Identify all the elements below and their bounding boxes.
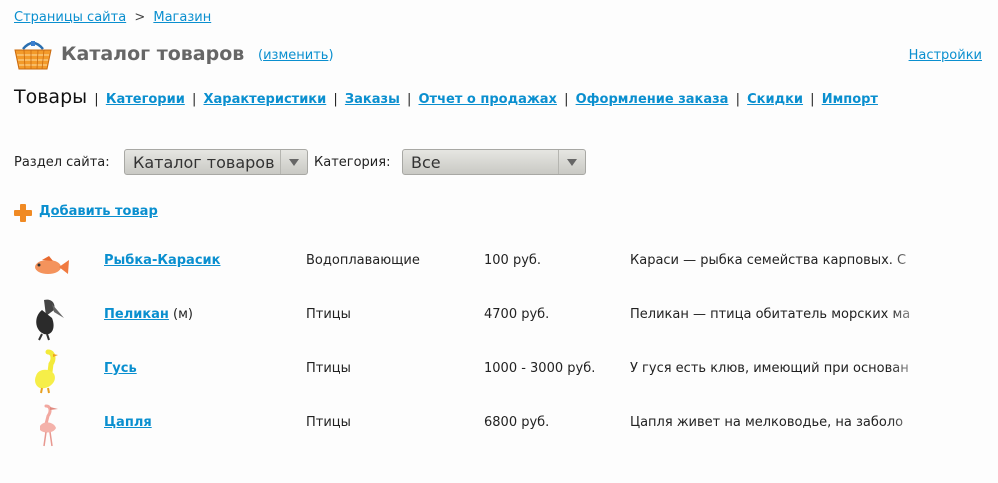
change-title-wrap: (изменить) (258, 48, 334, 63)
tab-separator: | (735, 92, 740, 107)
product-row: Гусь Птицы 1000 - 3000 руб. У гуся есть … (0, 346, 998, 400)
tab-discounts[interactable]: Скидки (747, 92, 803, 107)
chevron-down-icon (567, 159, 577, 166)
product-price: 1000 - 3000 руб. (484, 361, 596, 376)
category-select-value: Все (411, 153, 441, 172)
breadcrumb-shop-link[interactable]: Магазин (153, 10, 211, 25)
pelican-icon[interactable] (24, 292, 74, 342)
breadcrumb: Страницы сайта > Магазин (14, 10, 211, 25)
product-description: У гуся есть клюв, имеющий при основан (630, 361, 909, 376)
tab-separator: | (94, 92, 99, 107)
product-row: Цапля Птицы 6800 руб. Цапля живет на мел… (0, 400, 998, 454)
tab-separator: | (406, 92, 412, 107)
product-name-cell: Рыбка-Карасик (104, 253, 220, 268)
change-paren-close: ) (328, 48, 334, 63)
change-title-link[interactable]: изменить (263, 48, 328, 63)
tab-separator: | (191, 92, 197, 107)
tab-import[interactable]: Импорт (822, 92, 878, 107)
product-name-link[interactable]: Рыбка-Карасик (104, 253, 220, 268)
product-price: 100 руб. (484, 253, 542, 268)
page-header: Каталог товаров (изменить) Настройки (14, 38, 984, 72)
product-category: Птицы (306, 415, 351, 430)
product-name-cell: Пеликан (м) (104, 307, 193, 322)
basket-icon (14, 41, 52, 70)
product-description: Цапля живет на мелководье, на заболо (630, 415, 904, 430)
tab-properties[interactable]: Характеристики (203, 92, 326, 107)
product-row: Пеликан (м) Птицы 4700 руб. Пеликан — пт… (0, 292, 998, 346)
goose-icon[interactable] (24, 346, 74, 396)
product-name-cell: Гусь (104, 361, 137, 376)
product-description: Караси — рыбка семейства карповых. С (630, 253, 907, 268)
tab-separator: | (333, 92, 338, 107)
product-price: 4700 руб. (484, 307, 550, 322)
chevron-down-icon (289, 159, 299, 166)
section-tabs: Товары | Категории | Характеристики | За… (14, 86, 878, 108)
product-name-link[interactable]: Пеликан (104, 307, 169, 322)
category-select-label: Категория: (314, 155, 391, 170)
product-name-note: (м) (173, 307, 193, 322)
fish-icon[interactable] (24, 238, 74, 288)
product-description: Пеликан — птица обитатель морских ма (630, 307, 911, 322)
section-select[interactable]: Каталог товаров (124, 149, 308, 175)
heron-icon[interactable] (24, 400, 74, 450)
tab-checkout[interactable]: Оформление заказа (576, 92, 729, 107)
product-name-cell: Цапля (104, 415, 152, 430)
tab-separator: | (810, 92, 815, 107)
plus-icon[interactable] (14, 204, 32, 222)
product-name-link[interactable]: Цапля (104, 415, 152, 430)
product-price: 6800 руб. (484, 415, 550, 430)
breadcrumb-separator: > (134, 10, 146, 25)
product-name-link[interactable]: Гусь (104, 361, 137, 376)
tab-separator: | (564, 92, 569, 107)
tab-categories[interactable]: Категории (106, 92, 185, 107)
section-select-label: Раздел сайта: (14, 155, 110, 170)
page-title: Каталог товаров (61, 43, 245, 65)
tab-orders[interactable]: Заказы (345, 92, 400, 107)
product-category: Птицы (306, 361, 351, 376)
category-select-arrow (558, 150, 585, 174)
section-select-value: Каталог товаров (133, 153, 275, 172)
product-category: Птицы (306, 307, 351, 322)
settings-link[interactable]: Настройки (909, 48, 982, 63)
tab-products: Товары (14, 86, 88, 108)
breadcrumb-home-link[interactable]: Страницы сайта (14, 10, 126, 25)
category-select[interactable]: Все (402, 149, 586, 175)
tab-sales-report[interactable]: Отчет о продажах (419, 92, 557, 107)
add-product-link[interactable]: Добавить товар (39, 204, 158, 219)
product-row: Рыбка-Карасик Водоплавающие 100 руб. Кар… (0, 238, 998, 292)
section-select-arrow (280, 150, 307, 174)
product-category: Водоплавающие (306, 253, 420, 268)
